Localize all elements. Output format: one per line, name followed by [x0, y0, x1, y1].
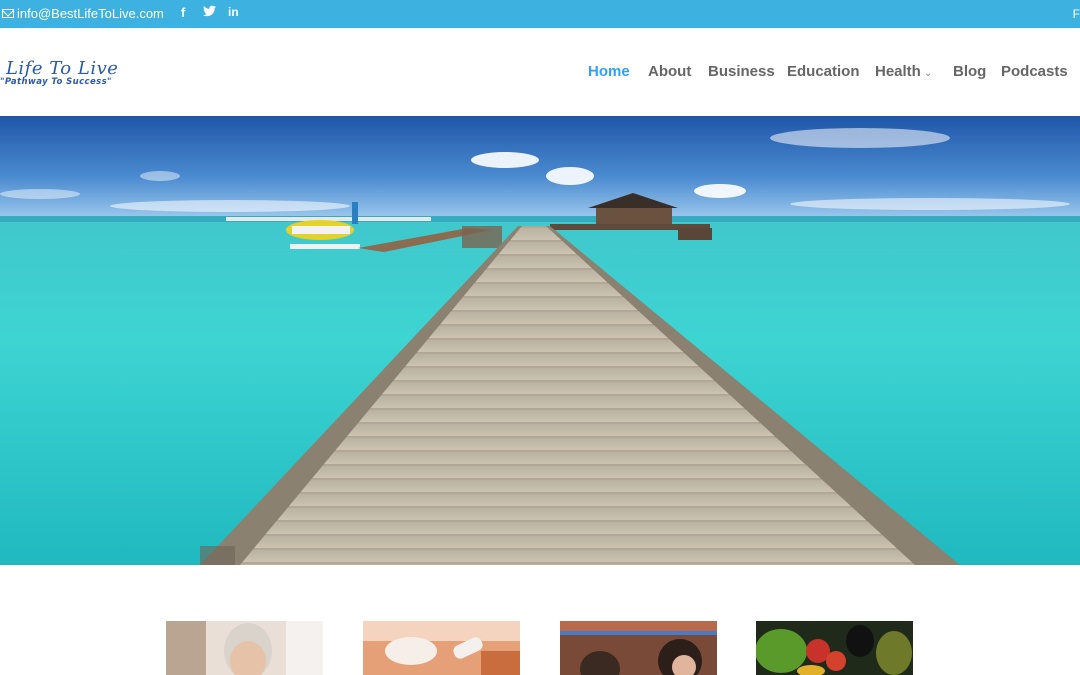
top-bar: info@BestLifeToLive.com f in F	[0, 0, 1080, 28]
twitter-icon[interactable]	[203, 5, 216, 20]
logo-tagline: "Pathway To Success"	[0, 77, 112, 87]
nav-blog[interactable]: Blog	[953, 63, 986, 80]
topbar-right-text: F	[1072, 7, 1080, 21]
envelope-icon	[2, 9, 14, 18]
nav-business[interactable]: Business	[708, 63, 775, 80]
thumbnail-2[interactable]	[363, 621, 520, 675]
thumbnail-3[interactable]	[560, 621, 717, 675]
site-logo[interactable]: t Life To Live "Pathway To Success"	[0, 58, 118, 87]
nav-education[interactable]: Education	[787, 63, 860, 80]
thumbnail-4[interactable]	[756, 621, 913, 675]
hero-image	[0, 116, 1080, 565]
linkedin-icon[interactable]: in	[228, 5, 239, 19]
nav-home[interactable]: Home	[588, 63, 630, 80]
email-link[interactable]: info@BestLifeToLive.com	[2, 6, 164, 21]
thumbnail-1[interactable]	[166, 621, 323, 675]
nav-about[interactable]: About	[648, 63, 691, 80]
nav-health[interactable]: Health	[875, 63, 921, 80]
nav-podcasts[interactable]: Podcasts	[1001, 63, 1068, 80]
chevron-down-icon: ⌄	[923, 68, 933, 79]
site-header: t Life To Live "Pathway To Success" Home…	[0, 28, 1080, 116]
nav-health-item[interactable]: Health ⌄	[875, 63, 932, 81]
email-text: info@BestLifeToLive.com	[17, 6, 164, 21]
facebook-icon[interactable]: f	[181, 5, 185, 20]
logo-name: t Life To Live	[0, 58, 119, 79]
